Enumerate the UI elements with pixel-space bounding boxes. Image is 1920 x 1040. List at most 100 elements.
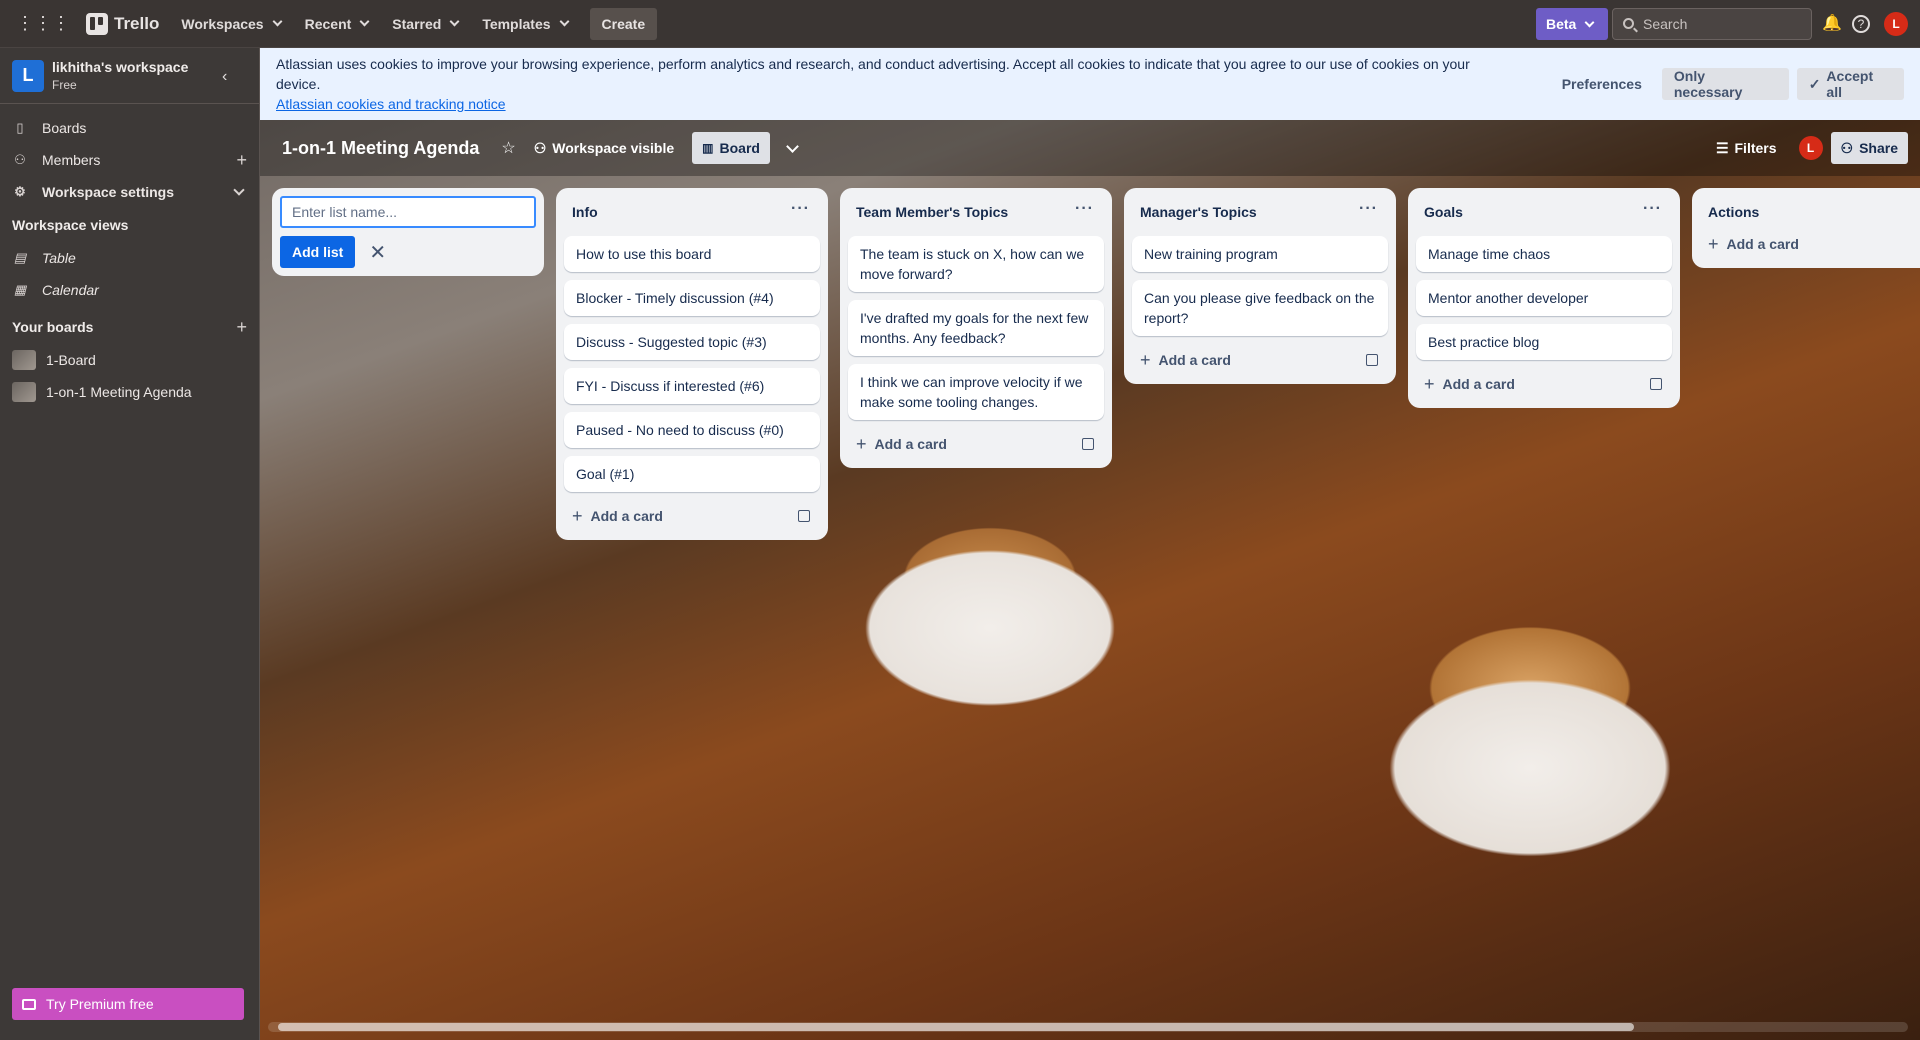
list-card[interactable]: How to use this board — [564, 236, 820, 272]
list-menu-icon[interactable]: ··· — [1643, 200, 1662, 218]
sidebar-item-boards[interactable]: ▯ Boards — [0, 112, 259, 144]
sidebar-item-workspace-settings[interactable]: ⚙ Workspace settings — [0, 176, 259, 208]
sidebar-board-1-board[interactable]: 1-Board — [0, 344, 259, 376]
gear-icon: ⚙ — [14, 184, 26, 199]
list-card[interactable]: Mentor another developer — [1416, 280, 1672, 316]
sidebar-item-table[interactable]: ▤ Table — [0, 242, 259, 274]
list-title[interactable]: Goals — [1424, 204, 1463, 220]
scrollbar-thumb[interactable] — [278, 1023, 1634, 1031]
list-card[interactable]: Paused - No need to discuss (#0) — [564, 412, 820, 448]
accept-all-button[interactable]: ✓ Accept all — [1796, 68, 1904, 100]
chevron-down-icon — [272, 16, 283, 27]
member-avatar[interactable]: L — [1798, 136, 1823, 160]
workspace-header: L likhitha's workspace Free ‹ — [0, 48, 259, 104]
list-goals: Goals ··· Manage time chaos Mentor anothe… — [1408, 188, 1680, 408]
notifications-icon[interactable]: 🔔 — [1822, 14, 1842, 34]
starred-menu[interactable]: Starred — [380, 8, 470, 40]
add-member-icon[interactable]: + — [236, 150, 247, 171]
add-card-button[interactable]: + Add a card — [564, 500, 820, 532]
list-card[interactable]: New training program — [1132, 236, 1388, 272]
star-icon[interactable]: ☆ — [501, 138, 515, 158]
list-card[interactable]: The team is stuck on X, how can we move … — [848, 236, 1104, 292]
sidebar-board-meeting-agenda[interactable]: 1-on-1 Meeting Agenda — [0, 376, 259, 408]
profile-avatar[interactable]: L — [1884, 12, 1908, 36]
premium-icon — [22, 998, 36, 1010]
template-icon[interactable] — [1082, 438, 1094, 450]
list-team-member-topics: Team Member's Topics ··· The team is stuc… — [840, 188, 1112, 468]
workspaces-menu[interactable]: Workspaces — [169, 8, 292, 40]
add-card-button[interactable]: + Add a card — [848, 428, 1104, 460]
trello-logo[interactable]: Trello — [78, 12, 169, 35]
add-card-button[interactable]: + Add a card — [1416, 368, 1672, 400]
board-title[interactable]: 1-on-1 Meeting Agenda — [282, 138, 479, 159]
template-icon[interactable] — [1366, 354, 1378, 366]
chevron-down-icon — [559, 16, 569, 27]
list-title[interactable]: Manager's Topics — [1140, 204, 1257, 220]
list-info: Info ··· How to use this board Blocker - … — [556, 188, 828, 540]
list-card[interactable]: Blocker - Timely discussion (#4) — [564, 280, 820, 316]
cookie-notice-link[interactable]: Atlassian cookies and tracking notice — [276, 96, 506, 112]
app-switcher-icon[interactable]: ⋮⋮⋮ — [8, 13, 78, 34]
list-menu-icon[interactable]: ··· — [1359, 200, 1378, 218]
template-icon[interactable] — [1650, 378, 1662, 390]
add-list-button[interactable]: Add list — [280, 236, 356, 268]
chevron-down-icon — [449, 16, 460, 27]
sidebar-item-calendar[interactable]: ▦ Calendar — [0, 274, 259, 306]
table-icon: ▤ — [13, 250, 27, 265]
workspace-views-heading: Workspace views — [12, 217, 129, 233]
list-title[interactable]: Actions — [1708, 204, 1759, 220]
calendar-icon: ▦ — [13, 282, 27, 297]
template-icon[interactable] — [798, 510, 810, 522]
list-card[interactable]: Best practice blog — [1416, 324, 1672, 360]
templates-menu[interactable]: Templates — [470, 8, 579, 40]
list-actions: Actions + Add a card — [1692, 188, 1920, 268]
add-list-form: Add list ✕ — [272, 188, 544, 276]
list-card[interactable]: Discuss - Suggested topic (#3) — [564, 324, 820, 360]
list-card[interactable]: Manage time chaos — [1416, 236, 1672, 272]
collapse-sidebar-icon[interactable]: ‹ — [222, 68, 227, 86]
close-icon[interactable]: ✕ — [369, 240, 386, 265]
list-card[interactable]: Can you please give feedback on the repo… — [1132, 280, 1388, 336]
sidebar-item-members[interactable]: ⚇ Members + — [0, 144, 259, 176]
list-card[interactable]: I think we can improve velocity if we ma… — [848, 364, 1104, 420]
list-title[interactable]: Team Member's Topics — [856, 204, 1008, 220]
list-card[interactable]: Goal (#1) — [564, 456, 820, 492]
views-dropdown-icon[interactable] — [786, 139, 799, 153]
only-necessary-button[interactable]: Only necessary — [1661, 68, 1789, 100]
visibility-button[interactable]: ⚇ Workspace visible — [524, 132, 684, 164]
list-menu-icon[interactable]: ··· — [1075, 200, 1094, 218]
plus-icon: + — [856, 433, 867, 454]
board-view-button[interactable]: ▥ Board — [692, 132, 770, 164]
plus-icon: + — [1140, 349, 1151, 370]
search-input[interactable]: Search — [1612, 8, 1812, 40]
search-icon — [1623, 18, 1634, 29]
board-canvas: Atlassian uses cookies to improve your b… — [260, 48, 1920, 1040]
horizontal-scrollbar[interactable] — [268, 1022, 1908, 1032]
recent-menu[interactable]: Recent — [293, 8, 381, 40]
board-thumbnail — [12, 350, 36, 370]
trello-logo-icon — [86, 12, 108, 35]
list-name-input[interactable] — [280, 196, 536, 228]
filter-icon: ☰ — [1715, 139, 1729, 156]
plus-icon: + — [1424, 373, 1435, 394]
list-menu-icon[interactable]: ··· — [791, 200, 810, 218]
add-board-icon[interactable]: + — [236, 317, 247, 338]
list-card[interactable]: I've drafted my goals for the next few m… — [848, 300, 1104, 356]
beta-button[interactable]: Beta — [1536, 8, 1608, 40]
chevron-down-icon — [233, 184, 245, 196]
cookie-text: Atlassian uses cookies to improve your b… — [276, 56, 1470, 112]
help-icon[interactable]: ? — [1852, 15, 1870, 33]
sidebar: L likhitha's workspace Free ‹ ▯ Boards ⚇ M… — [0, 48, 260, 1040]
filters-button[interactable]: ☰ Filters — [1706, 132, 1787, 164]
list-card[interactable]: FYI - Discuss if interested (#6) — [564, 368, 820, 404]
create-button[interactable]: Create — [589, 7, 658, 40]
workspace-name[interactable]: likhitha's workspace — [52, 59, 188, 75]
preferences-button[interactable]: Preferences — [1550, 68, 1654, 100]
add-card-button[interactable]: + Add a card — [1132, 344, 1388, 376]
add-card-button[interactable]: + Add a card — [1700, 228, 1920, 260]
try-premium-button[interactable]: Try Premium free — [12, 988, 244, 1020]
share-button[interactable]: ⚇ Share — [1830, 132, 1908, 164]
cookie-banner: Atlassian uses cookies to improve your b… — [260, 48, 1920, 120]
list-title[interactable]: Info — [572, 204, 598, 220]
trello-icon: ▯ — [16, 120, 24, 135]
